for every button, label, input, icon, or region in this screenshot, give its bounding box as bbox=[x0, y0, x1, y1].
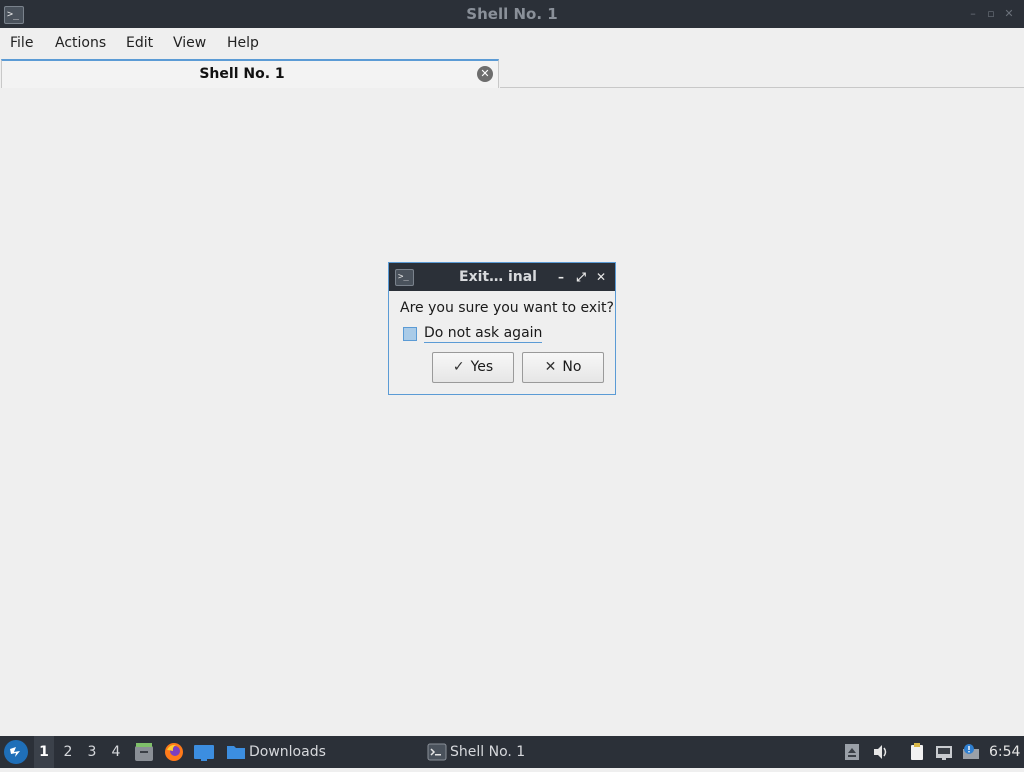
dialog-maximize-icon[interactable]: ⤢ bbox=[574, 270, 588, 284]
menu-actions[interactable]: Actions bbox=[55, 28, 106, 58]
start-menu-icon[interactable] bbox=[4, 740, 28, 764]
clipboard-icon[interactable] bbox=[908, 743, 924, 761]
network-icon[interactable] bbox=[935, 743, 952, 761]
removable-drive-icon[interactable] bbox=[844, 743, 860, 761]
workspace-1[interactable]: 1 bbox=[34, 736, 54, 768]
folder-icon bbox=[226, 742, 246, 762]
task-downloads[interactable]: Downloads bbox=[249, 736, 326, 768]
menu-edit[interactable]: Edit bbox=[126, 28, 153, 58]
check-icon: ✓ bbox=[452, 359, 465, 375]
desktop-icon[interactable] bbox=[194, 742, 214, 762]
exit-dialog: >_ Exit… inal – ⤢ ✕ Are you sure you wan… bbox=[388, 262, 616, 395]
close-icon: ✕ bbox=[544, 359, 557, 375]
terminal-icon bbox=[427, 742, 447, 762]
firefox-icon[interactable] bbox=[164, 742, 184, 762]
taskbar: 1 2 3 4 Downloads Shell No. 1 6:54 bbox=[0, 736, 1024, 768]
terminal-area[interactable] bbox=[0, 88, 1024, 736]
dialog-titlebar[interactable]: >_ Exit… inal – ⤢ ✕ bbox=[389, 263, 615, 291]
do-not-ask-checkbox[interactable] bbox=[403, 327, 417, 341]
maximize-icon[interactable]: ▫ bbox=[984, 7, 998, 21]
workspace-3[interactable]: 3 bbox=[82, 736, 102, 768]
window-title: Shell No. 1 bbox=[466, 5, 558, 23]
yes-button[interactable]: ✓ Yes bbox=[432, 352, 514, 383]
dialog-minimize-icon[interactable]: – bbox=[554, 270, 568, 284]
do-not-ask-label[interactable]: Do not ask again bbox=[424, 325, 543, 343]
dialog-question: Are you sure you want to exit? bbox=[400, 300, 614, 316]
menu-file[interactable]: File bbox=[10, 28, 33, 58]
menu-view[interactable]: View bbox=[173, 28, 206, 58]
no-button[interactable]: ✕ No bbox=[522, 352, 604, 383]
workspace-2[interactable]: 2 bbox=[58, 736, 78, 768]
close-icon[interactable]: ✕ bbox=[1002, 7, 1016, 21]
notification-icon[interactable] bbox=[962, 743, 979, 761]
menubar: File Actions Edit View Help bbox=[0, 28, 1024, 58]
tab-label: Shell No. 1 bbox=[199, 66, 285, 82]
workspace-4[interactable]: 4 bbox=[106, 736, 126, 768]
file-manager-icon[interactable] bbox=[134, 742, 154, 762]
tab-bar: Shell No. 1 ✕ bbox=[0, 58, 1024, 88]
volume-icon[interactable] bbox=[872, 743, 888, 761]
task-shell-no-1[interactable]: Shell No. 1 bbox=[450, 736, 525, 768]
clock[interactable]: 6:54 bbox=[989, 736, 1020, 768]
terminal-icon: >_ bbox=[395, 269, 414, 286]
tab-close-icon[interactable]: ✕ bbox=[477, 66, 493, 82]
window-titlebar[interactable]: >_ Shell No. 1 – ▫ ✕ bbox=[0, 0, 1024, 28]
dialog-title: Exit… inal bbox=[459, 269, 537, 285]
dialog-close-icon[interactable]: ✕ bbox=[594, 270, 608, 284]
tab-shell-1[interactable]: Shell No. 1 ✕ bbox=[1, 59, 499, 88]
yes-button-label: Yes bbox=[470, 359, 494, 375]
no-button-label: No bbox=[562, 359, 582, 375]
menu-help[interactable]: Help bbox=[227, 28, 259, 58]
minimize-icon[interactable]: – bbox=[966, 7, 980, 21]
